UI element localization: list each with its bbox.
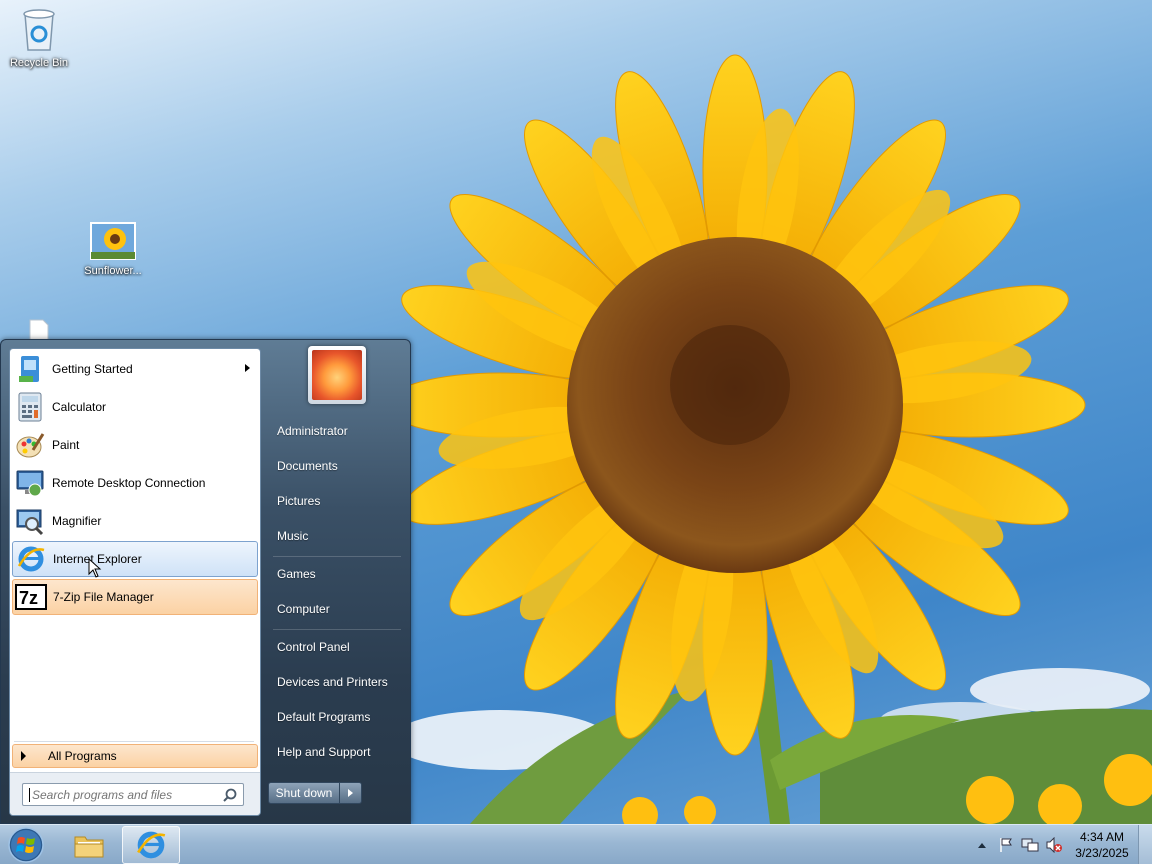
program-remote-desktop[interactable]: Remote Desktop Connection: [12, 465, 258, 501]
program-7zip[interactable]: 7z 7-Zip File Manager: [12, 579, 258, 615]
right-item-label: Administrator: [277, 424, 348, 438]
right-pane-separator: [273, 556, 401, 557]
right-item-documents[interactable]: Documents: [269, 451, 405, 481]
start-button[interactable]: [6, 826, 46, 864]
volume-muted-icon[interactable]: [1042, 833, 1066, 857]
recycle-bin-icon: [0, 6, 78, 55]
program-label: Remote Desktop Connection: [52, 476, 206, 490]
right-item-label: Devices and Printers: [277, 675, 388, 689]
show-hidden-icons-button[interactable]: [970, 833, 994, 857]
network-icon[interactable]: [1018, 833, 1042, 857]
search-icon[interactable]: [223, 788, 237, 805]
right-pane-separator: [273, 629, 401, 630]
taskbar-internet-explorer-button[interactable]: [122, 826, 180, 864]
program-internet-explorer[interactable]: Internet Explorer: [12, 541, 258, 577]
right-item-music[interactable]: Music: [269, 521, 405, 551]
user-picture[interactable]: [308, 346, 366, 404]
start-menu-programs-pane: Getting Started Calculator Paint Remote …: [9, 348, 261, 816]
all-programs-button[interactable]: All Programs: [12, 744, 258, 768]
paint-icon: [14, 429, 46, 461]
right-item-label: Games: [277, 567, 316, 581]
system-tray: 4:34 AM 3/23/2025: [970, 825, 1152, 864]
right-item-administrator[interactable]: Administrator: [269, 416, 405, 446]
right-item-control-panel[interactable]: Control Panel: [269, 632, 405, 662]
right-item-label: Default Programs: [277, 710, 371, 724]
search-area: [10, 772, 260, 815]
internet-explorer-icon: [15, 543, 47, 575]
folder-icon: [74, 836, 104, 858]
desktop-icon-label: Recycle Bin: [9, 57, 69, 69]
program-calculator[interactable]: Calculator: [12, 389, 258, 425]
shutdown-options-button[interactable]: [340, 782, 362, 804]
windows-logo-icon: [8, 827, 44, 863]
triangle-right-icon: [21, 751, 26, 761]
user-avatar-flower-icon: [312, 350, 362, 400]
shutdown-button[interactable]: Shut down: [268, 782, 340, 804]
program-label: Paint: [52, 438, 80, 452]
right-item-label: Pictures: [277, 494, 321, 508]
desktop-icon-recycle-bin[interactable]: Recycle Bin: [0, 6, 78, 69]
remote-desktop-icon: [14, 467, 46, 499]
program-label: Magnifier: [52, 514, 102, 528]
program-label: Getting Started: [52, 362, 133, 376]
start-menu: Getting Started Calculator Paint Remote …: [0, 339, 411, 824]
right-item-help-support[interactable]: Help and Support: [269, 737, 405, 767]
right-item-label: Computer: [277, 602, 330, 616]
internet-explorer-icon: [137, 831, 166, 859]
program-label: 7-Zip File Manager: [53, 590, 154, 604]
right-item-label: Music: [277, 529, 309, 543]
action-center-flag-icon[interactable]: [994, 833, 1018, 857]
right-item-label: Help and Support: [277, 745, 371, 759]
program-paint[interactable]: Paint: [12, 427, 258, 463]
search-box[interactable]: [22, 783, 244, 806]
program-label: Calculator: [52, 400, 107, 414]
right-item-devices-printers[interactable]: Devices and Printers: [269, 667, 405, 697]
image-file-icon: [74, 222, 152, 263]
right-item-games[interactable]: Games: [269, 559, 405, 589]
clock-date: 3/23/2025: [1075, 846, 1129, 860]
magnifier-icon: [14, 505, 46, 537]
right-item-label: Control Panel: [277, 640, 350, 654]
submenu-arrow-icon[interactable]: [245, 364, 250, 372]
getting-started-icon: [14, 353, 46, 385]
svg-text:7z: 7z: [19, 588, 38, 608]
program-getting-started[interactable]: Getting Started: [12, 351, 258, 387]
taskbar: 4:34 AM 3/23/2025: [0, 824, 1152, 864]
all-programs-label: All Programs: [48, 749, 117, 763]
right-item-default-programs[interactable]: Default Programs: [269, 702, 405, 732]
taskbar-clock[interactable]: 4:34 AM 3/23/2025: [1066, 829, 1138, 861]
desktop-icon-sunflower-image[interactable]: Sunflower...: [74, 222, 152, 277]
show-desktop-button[interactable]: [1138, 825, 1152, 864]
calculator-icon: [14, 391, 46, 423]
shutdown-label: Shut down: [275, 786, 333, 800]
right-item-computer[interactable]: Computer: [269, 594, 405, 624]
program-magnifier[interactable]: Magnifier: [12, 503, 258, 539]
clock-time: 4:34 AM: [1079, 830, 1125, 844]
mouse-cursor-icon: [88, 557, 102, 581]
taskbar-explorer-button[interactable]: [60, 826, 118, 864]
chevron-right-icon: [348, 789, 353, 797]
search-input[interactable]: [29, 787, 219, 802]
desktop-icon-label: Sunflower...: [84, 265, 142, 277]
programs-separator: [14, 741, 254, 742]
7zip-icon: 7z: [15, 581, 47, 613]
right-item-label: Documents: [277, 459, 338, 473]
right-item-pictures[interactable]: Pictures: [269, 486, 405, 516]
